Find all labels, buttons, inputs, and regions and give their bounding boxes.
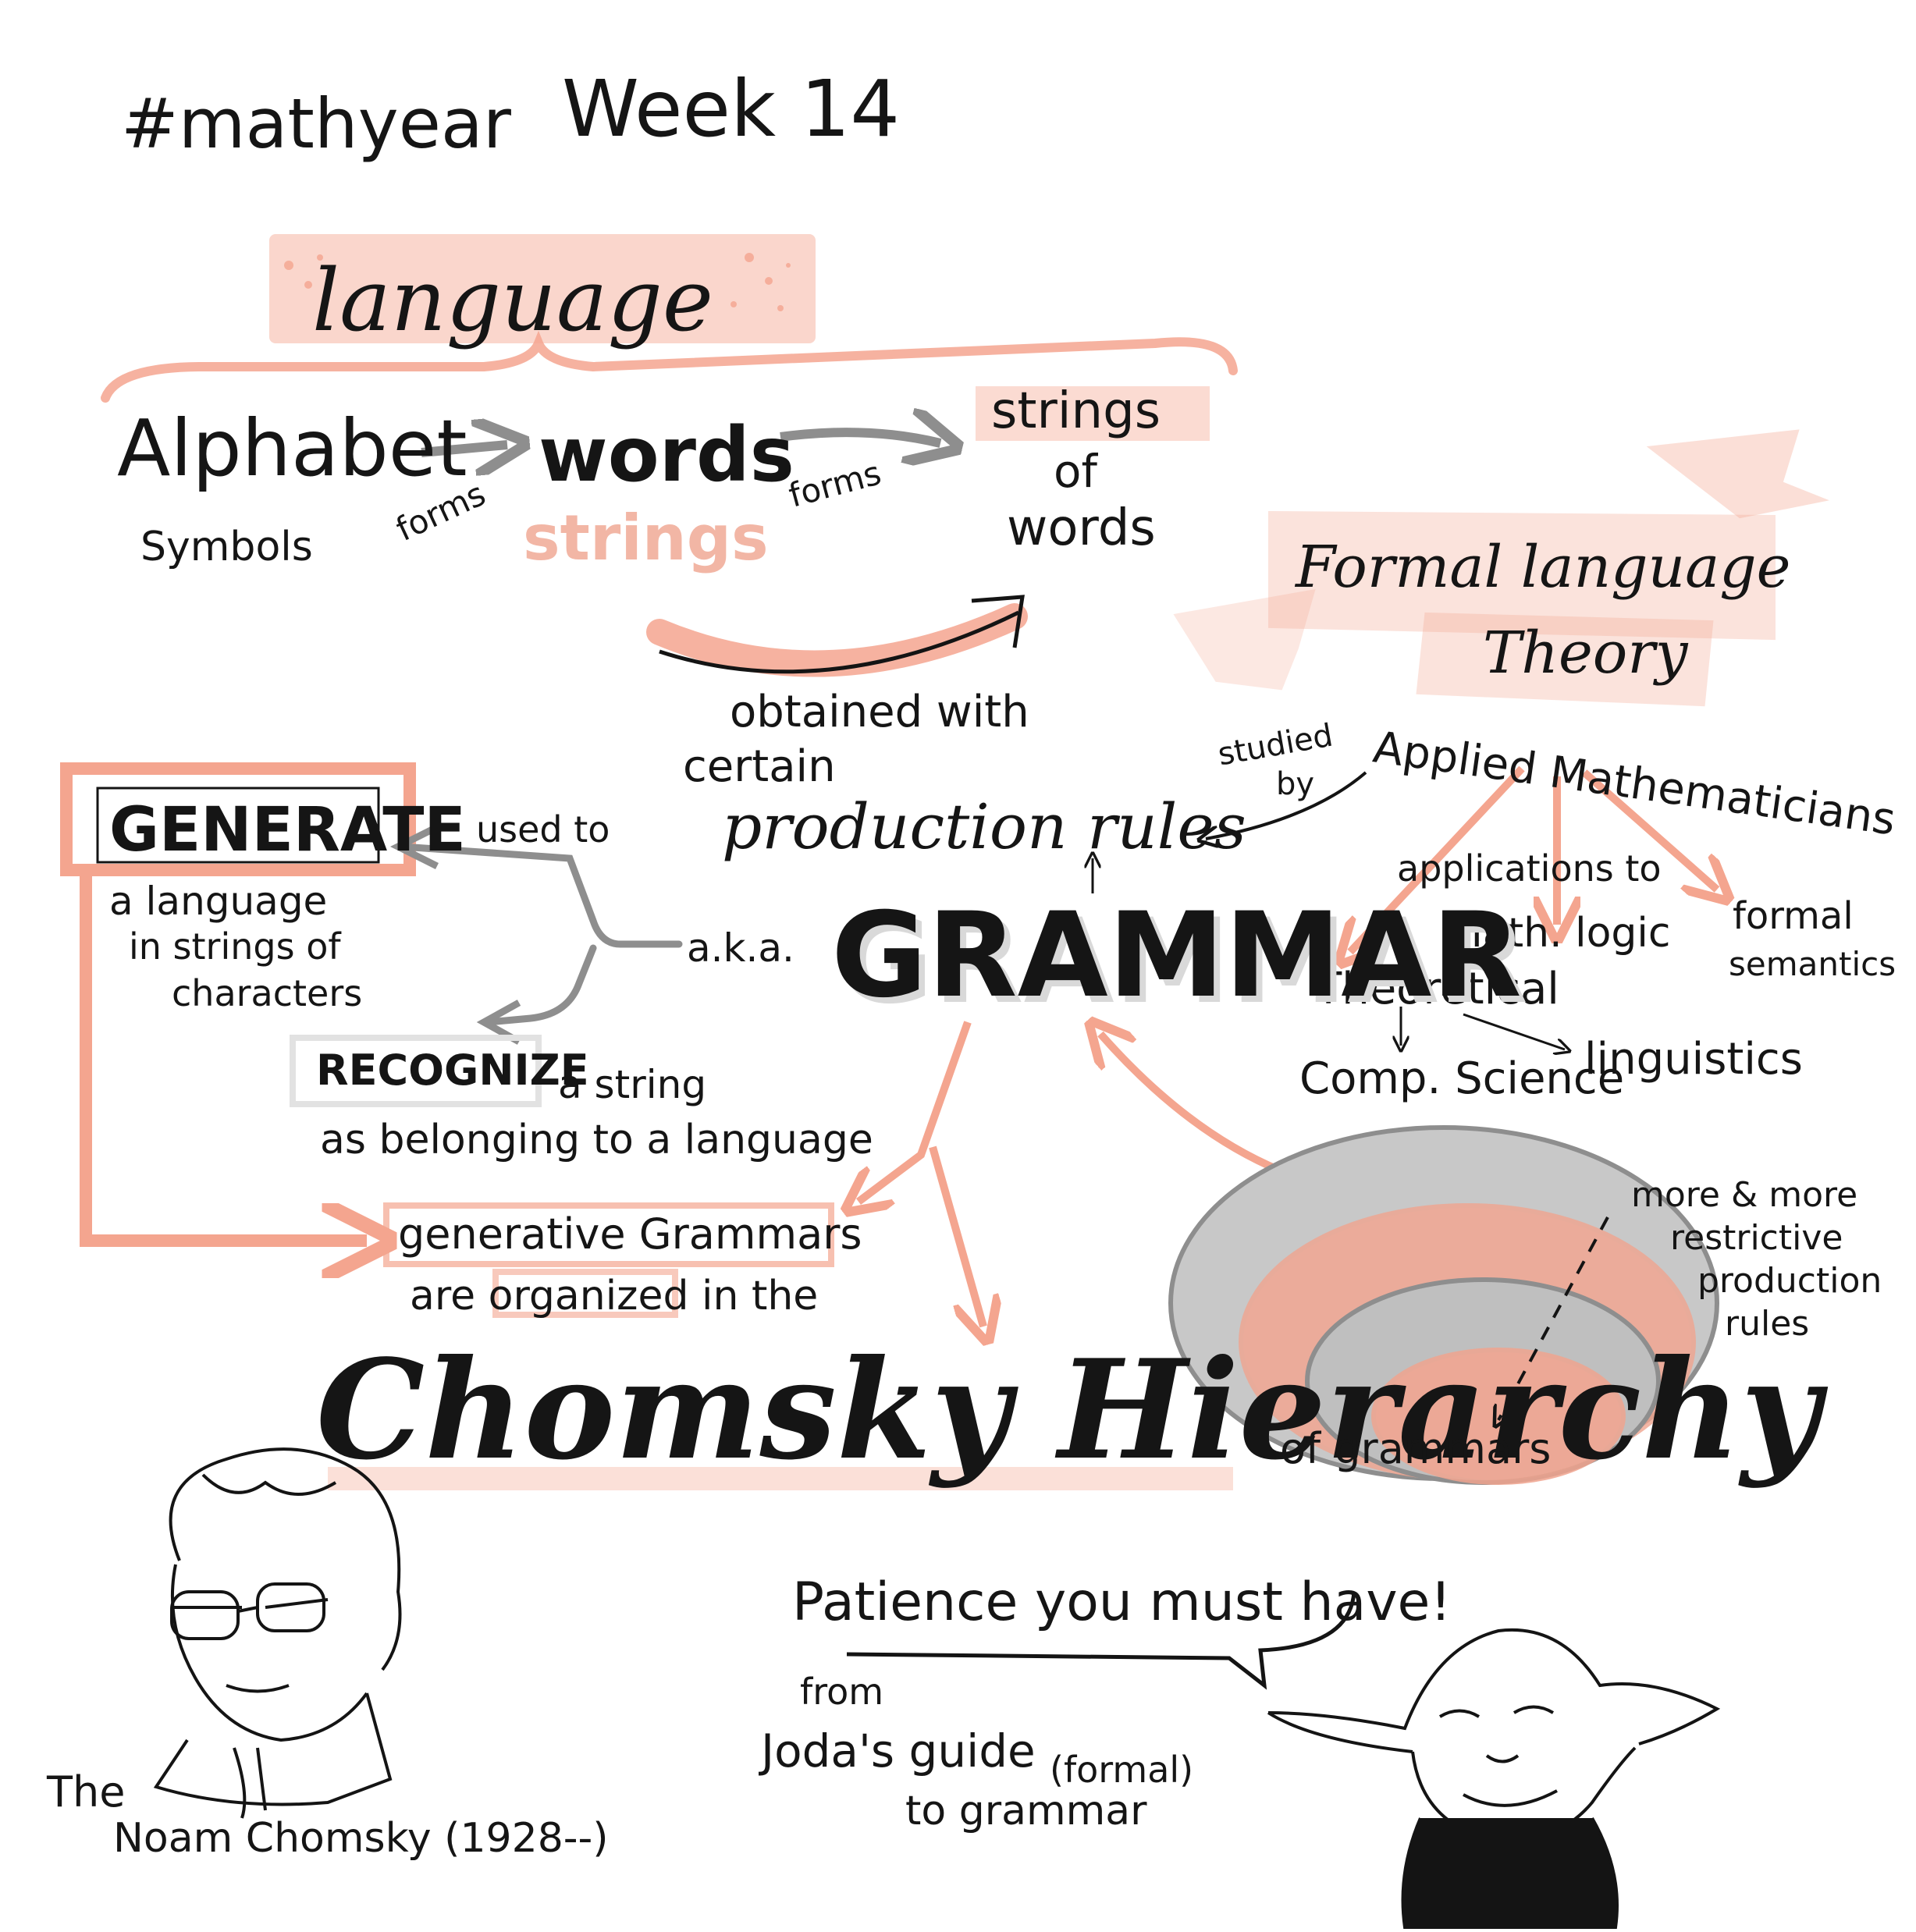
strings-label: strings xyxy=(523,502,769,574)
hashtag-header: #mathyear xyxy=(121,83,511,164)
strings-of-words-3: words xyxy=(1007,499,1156,557)
organized-in-the: are organized in the xyxy=(410,1273,819,1319)
yoda-formal: (formal) xyxy=(1050,1749,1194,1791)
yoda-to-grammar: to grammar xyxy=(905,1788,1147,1834)
chomsky-hierarchy-title: Chomsky Hierarchy xyxy=(316,1330,1821,1490)
generate-desc-2: in strings of xyxy=(129,925,341,968)
language-title: language xyxy=(312,250,713,350)
strings-of-words-1: strings xyxy=(991,382,1161,440)
of-grammars: of grammars xyxy=(1280,1424,1552,1473)
linguistics: linguistics xyxy=(1584,1034,1803,1085)
arrow-bowl-grammar xyxy=(1100,1034,1281,1174)
generate-desc-3: characters xyxy=(172,972,363,1014)
restrictive-2: restrictive xyxy=(1670,1218,1843,1258)
restrictive-1: more & more xyxy=(1631,1175,1858,1215)
restrictive-4: rules xyxy=(1725,1304,1810,1344)
generate-desc-1: a language xyxy=(109,879,328,924)
obtained-with: obtained with xyxy=(730,687,1029,737)
comp-science: Comp. Science xyxy=(1299,1053,1625,1104)
recognize-desc-2: as belonging to a language xyxy=(320,1117,873,1163)
recognize-desc-1: a string xyxy=(558,1062,707,1107)
aka-label: a.k.a. xyxy=(687,925,794,971)
arrow-obtained xyxy=(646,603,1028,677)
banner-ribbon-back xyxy=(1646,429,1829,519)
by-label: by xyxy=(1276,766,1315,802)
strings-of-words-2: of xyxy=(1054,445,1097,498)
portrait-the: The xyxy=(47,1767,126,1817)
banner-ribbon-tail xyxy=(1173,588,1316,691)
restrictive-3: production xyxy=(1697,1261,1882,1301)
used-to-label: used to xyxy=(476,808,610,851)
words-label: words xyxy=(539,411,794,499)
yoda-guide: Joda's guide xyxy=(761,1724,1036,1778)
portrait-name: Noam Chomsky (1928--) xyxy=(113,1815,609,1862)
generative-grammars: generative Grammars xyxy=(398,1209,862,1259)
alphabet-label: Alphabet xyxy=(117,403,467,494)
formal-semantics-2: semantics xyxy=(1729,945,1896,983)
arrow-words-strings xyxy=(780,432,940,443)
week-header: Week 14 xyxy=(562,63,901,154)
applications-to: applications to xyxy=(1397,847,1662,890)
banner-title-2: Theory xyxy=(1483,620,1688,687)
yoda-quote: Patience you must have! xyxy=(792,1572,1452,1633)
obtained-certain: certain xyxy=(683,741,836,792)
recognize-label: RECOGNIZE xyxy=(316,1046,589,1095)
arrow-grammar-generative xyxy=(858,1021,972,1202)
yoda-from: from xyxy=(800,1671,884,1713)
grammar-title: GRAMMAR xyxy=(831,888,1522,1024)
symbols-label: Symbols xyxy=(140,524,313,570)
chomsky-portrait xyxy=(153,1447,402,1819)
arrow-grammar-chomsky xyxy=(929,1145,983,1326)
fork-used-to xyxy=(398,843,683,1026)
production-rules: production rules xyxy=(722,790,1246,863)
generate-label: GENERATE xyxy=(109,795,466,865)
yoda-portrait xyxy=(1267,1628,1721,1929)
banner-title-1: Formal language xyxy=(1296,534,1791,601)
formal-semantics-1: formal xyxy=(1733,894,1854,938)
